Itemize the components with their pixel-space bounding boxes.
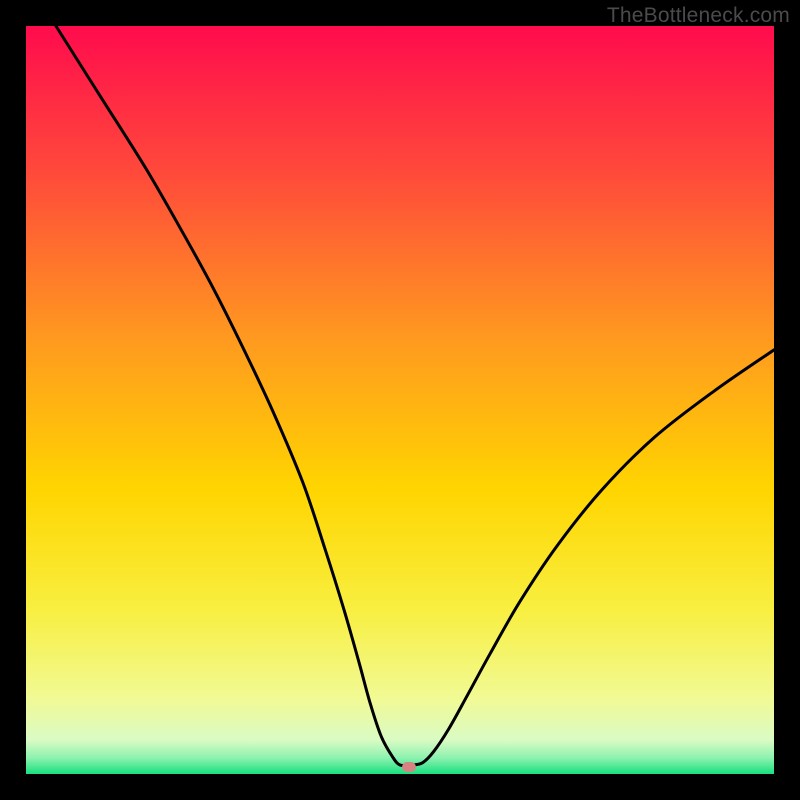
curve-layer xyxy=(26,26,774,774)
optimal-point-marker xyxy=(402,762,416,772)
watermark-text: TheBottleneck.com xyxy=(607,4,790,28)
chart-frame: TheBottleneck.com xyxy=(0,0,800,800)
plot-area xyxy=(26,26,774,774)
bottleneck-curve xyxy=(56,26,774,766)
